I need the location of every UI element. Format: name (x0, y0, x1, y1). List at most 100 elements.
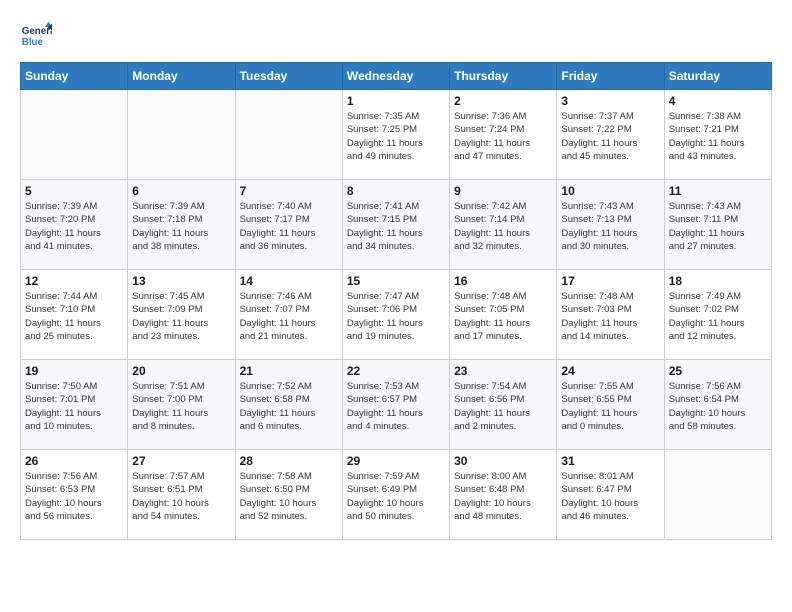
day-info: Sunrise: 7:37 AM Sunset: 7:22 PM Dayligh… (561, 110, 659, 163)
day-info: Sunrise: 7:36 AM Sunset: 7:24 PM Dayligh… (454, 110, 552, 163)
day-header-sunday: Sunday (21, 63, 128, 90)
day-number: 2 (454, 94, 552, 108)
calendar-cell: 1Sunrise: 7:35 AM Sunset: 7:25 PM Daylig… (342, 90, 449, 180)
day-number: 10 (561, 184, 659, 198)
calendar-cell: 22 Sunrise: 7:53 AM Sunset: 6:57 PM Dayli… (342, 360, 449, 450)
svg-text:General: General (22, 26, 52, 37)
day-number: 14 (240, 274, 338, 288)
day-number: 27 (132, 454, 230, 468)
calendar-cell: 8Sunrise: 7:41 AM Sunset: 7:15 PM Daylig… (342, 180, 449, 270)
day-header-friday: Friday (557, 63, 664, 90)
day-number: 12 (25, 274, 123, 288)
day-number: 7 (240, 184, 338, 198)
page-header: General Blue (20, 20, 772, 52)
day-number: 30 (454, 454, 552, 468)
calendar-cell: 24 Sunrise: 7:55 AM Sunset: 6:55 PM Dayli… (557, 360, 664, 450)
logo-icon: General Blue (20, 20, 52, 52)
day-number: 28 (240, 454, 338, 468)
day-info: Sunrise: 7:43 AM Sunset: 7:13 PM Dayligh… (561, 200, 659, 253)
day-number: 19 (25, 364, 123, 378)
calendar-cell: 10 Sunrise: 7:43 AM Sunset: 7:13 PM Dayli… (557, 180, 664, 270)
calendar-header-row: SundayMondayTuesdayWednesdayThursdayFrid… (21, 63, 772, 90)
day-header-wednesday: Wednesday (342, 63, 449, 90)
calendar-week-2: 5 Sunrise: 7:39 AM Sunset: 7:20 PM Daylig… (21, 180, 772, 270)
logo: General Blue (20, 20, 56, 52)
day-header-thursday: Thursday (450, 63, 557, 90)
calendar-cell: 4Sunrise: 7:38 AM Sunset: 7:21 PM Daylig… (664, 90, 771, 180)
day-info: Sunrise: 7:52 AM Sunset: 6:58 PM Dayligh… (240, 380, 338, 433)
calendar-cell (235, 90, 342, 180)
calendar-cell: 25Sunrise: 7:56 AM Sunset: 6:54 PM Dayli… (664, 360, 771, 450)
calendar-cell (664, 450, 771, 540)
day-header-tuesday: Tuesday (235, 63, 342, 90)
day-info: Sunrise: 7:48 AM Sunset: 7:03 PM Dayligh… (561, 290, 659, 343)
calendar-cell: 20 Sunrise: 7:51 AM Sunset: 7:00 PM Dayli… (128, 360, 235, 450)
calendar-cell: 27Sunrise: 7:57 AM Sunset: 6:51 PM Dayli… (128, 450, 235, 540)
calendar-week-4: 19 Sunrise: 7:50 AM Sunset: 7:01 PM Dayli… (21, 360, 772, 450)
calendar-cell: 6 Sunrise: 7:39 AM Sunset: 7:18 PM Daylig… (128, 180, 235, 270)
calendar: SundayMondayTuesdayWednesdayThursdayFrid… (20, 62, 772, 540)
day-header-saturday: Saturday (664, 63, 771, 90)
day-info: Sunrise: 8:00 AM Sunset: 6:48 PM Dayligh… (454, 470, 552, 523)
day-info: Sunrise: 7:47 AM Sunset: 7:06 PM Dayligh… (347, 290, 445, 343)
day-number: 17 (561, 274, 659, 288)
day-info: Sunrise: 7:39 AM Sunset: 7:20 PM Dayligh… (25, 200, 123, 253)
calendar-cell: 31 Sunrise: 8:01 AM Sunset: 6:47 PM Dayli… (557, 450, 664, 540)
calendar-cell: 29 Sunrise: 7:59 AM Sunset: 6:49 PM Dayli… (342, 450, 449, 540)
day-number: 20 (132, 364, 230, 378)
day-number: 8 (347, 184, 445, 198)
day-number: 16 (454, 274, 552, 288)
calendar-cell: 7 Sunrise: 7:40 AM Sunset: 7:17 PM Daylig… (235, 180, 342, 270)
day-info: Sunrise: 7:50 AM Sunset: 7:01 PM Dayligh… (25, 380, 123, 433)
day-number: 23 (454, 364, 552, 378)
calendar-cell: 21 Sunrise: 7:52 AM Sunset: 6:58 PM Dayli… (235, 360, 342, 450)
calendar-cell: 12 Sunrise: 7:44 AM Sunset: 7:10 PM Dayli… (21, 270, 128, 360)
day-info: Sunrise: 7:44 AM Sunset: 7:10 PM Dayligh… (25, 290, 123, 343)
calendar-cell: 18 Sunrise: 7:49 AM Sunset: 7:02 PM Dayli… (664, 270, 771, 360)
day-info: Sunrise: 7:40 AM Sunset: 7:17 PM Dayligh… (240, 200, 338, 253)
day-number: 24 (561, 364, 659, 378)
day-info: Sunrise: 7:43 AM Sunset: 7:11 PM Dayligh… (669, 200, 767, 253)
day-info: Sunrise: 7:53 AM Sunset: 6:57 PM Dayligh… (347, 380, 445, 433)
calendar-cell: 17 Sunrise: 7:48 AM Sunset: 7:03 PM Dayli… (557, 270, 664, 360)
day-info: Sunrise: 7:54 AM Sunset: 6:56 PM Dayligh… (454, 380, 552, 433)
day-number: 6 (132, 184, 230, 198)
calendar-cell (21, 90, 128, 180)
calendar-cell: 19 Sunrise: 7:50 AM Sunset: 7:01 PM Dayli… (21, 360, 128, 450)
day-number: 1 (347, 94, 445, 108)
day-info: Sunrise: 7:39 AM Sunset: 7:18 PM Dayligh… (132, 200, 230, 253)
calendar-cell: 16Sunrise: 7:48 AM Sunset: 7:05 PM Dayli… (450, 270, 557, 360)
calendar-cell: 3 Sunrise: 7:37 AM Sunset: 7:22 PM Daylig… (557, 90, 664, 180)
day-number: 15 (347, 274, 445, 288)
day-info: Sunrise: 7:45 AM Sunset: 7:09 PM Dayligh… (132, 290, 230, 343)
calendar-cell: 2 Sunrise: 7:36 AM Sunset: 7:24 PM Daylig… (450, 90, 557, 180)
day-info: Sunrise: 7:56 AM Sunset: 6:54 PM Dayligh… (669, 380, 767, 433)
day-number: 26 (25, 454, 123, 468)
day-info: Sunrise: 8:01 AM Sunset: 6:47 PM Dayligh… (561, 470, 659, 523)
calendar-cell: 15 Sunrise: 7:47 AM Sunset: 7:06 PM Dayli… (342, 270, 449, 360)
calendar-week-5: 26 Sunrise: 7:56 AM Sunset: 6:53 PM Dayli… (21, 450, 772, 540)
calendar-cell: 28 Sunrise: 7:58 AM Sunset: 6:50 PM Dayli… (235, 450, 342, 540)
day-number: 22 (347, 364, 445, 378)
svg-text:Blue: Blue (22, 37, 44, 48)
day-info: Sunrise: 7:59 AM Sunset: 6:49 PM Dayligh… (347, 470, 445, 523)
day-number: 11 (669, 184, 767, 198)
day-number: 3 (561, 94, 659, 108)
day-info: Sunrise: 7:46 AM Sunset: 7:07 PM Dayligh… (240, 290, 338, 343)
day-info: Sunrise: 7:58 AM Sunset: 6:50 PM Dayligh… (240, 470, 338, 523)
day-number: 21 (240, 364, 338, 378)
day-info: Sunrise: 7:49 AM Sunset: 7:02 PM Dayligh… (669, 290, 767, 343)
day-info: Sunrise: 7:51 AM Sunset: 7:00 PM Dayligh… (132, 380, 230, 433)
day-info: Sunrise: 7:55 AM Sunset: 6:55 PM Dayligh… (561, 380, 659, 433)
calendar-cell: 30 Sunrise: 8:00 AM Sunset: 6:48 PM Dayli… (450, 450, 557, 540)
calendar-cell: 23 Sunrise: 7:54 AM Sunset: 6:56 PM Dayli… (450, 360, 557, 450)
day-info: Sunrise: 7:56 AM Sunset: 6:53 PM Dayligh… (25, 470, 123, 523)
day-number: 31 (561, 454, 659, 468)
calendar-cell: 13Sunrise: 7:45 AM Sunset: 7:09 PM Dayli… (128, 270, 235, 360)
day-number: 9 (454, 184, 552, 198)
day-number: 18 (669, 274, 767, 288)
calendar-cell: 9Sunrise: 7:42 AM Sunset: 7:14 PM Daylig… (450, 180, 557, 270)
day-number: 29 (347, 454, 445, 468)
day-number: 5 (25, 184, 123, 198)
day-info: Sunrise: 7:38 AM Sunset: 7:21 PM Dayligh… (669, 110, 767, 163)
